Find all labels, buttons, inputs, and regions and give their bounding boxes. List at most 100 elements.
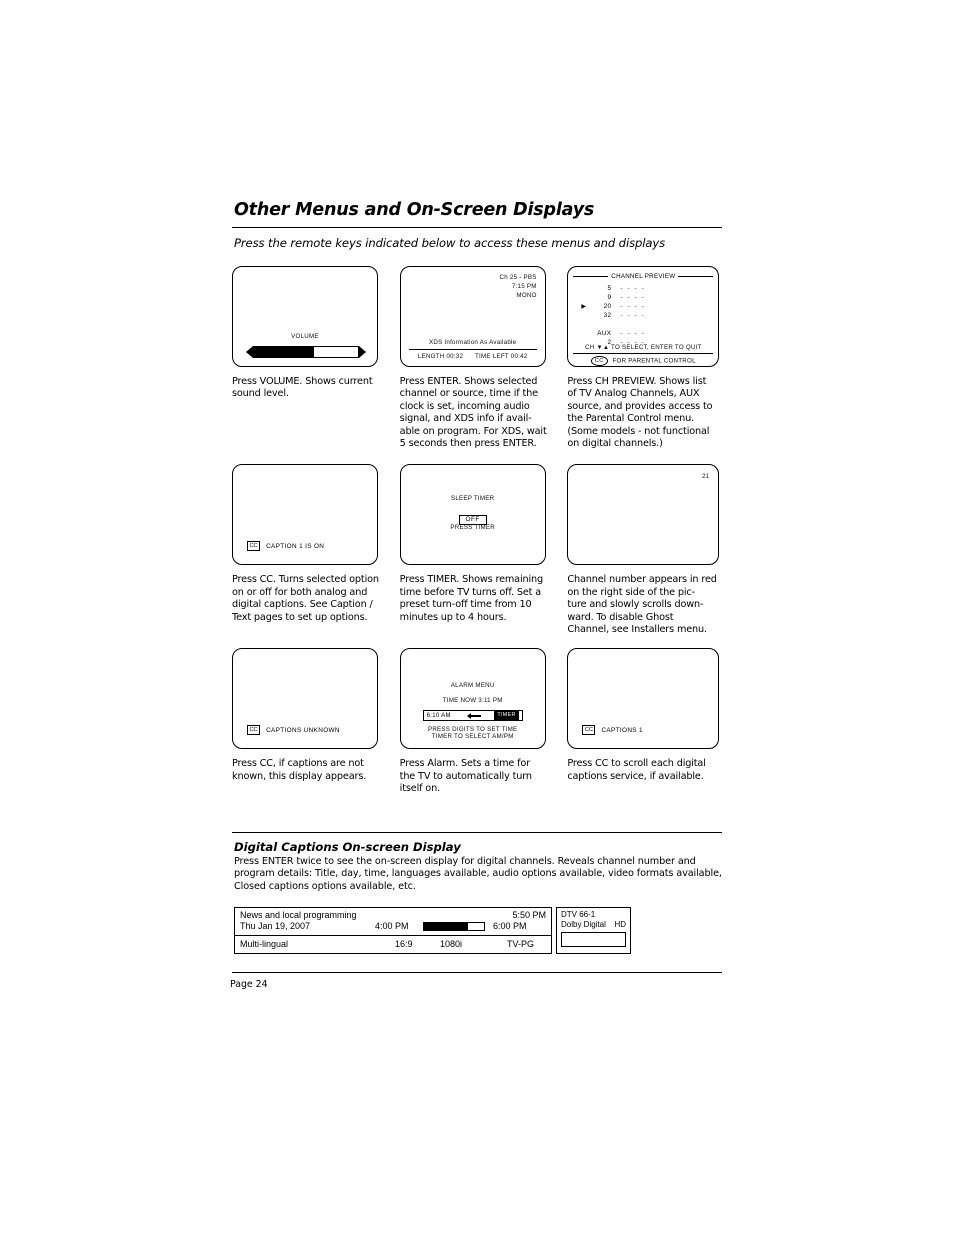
list-item-selected[interactable]: ▶ 20 - - - - [568, 302, 718, 311]
dtv-date: Thu Jan 19, 2007 [240, 921, 311, 932]
dtv-side-empty-box [561, 931, 626, 947]
cc-icon: CC [582, 725, 596, 736]
dtv-progress-fill [424, 922, 469, 930]
dtv-end-time: 6:00 PM [493, 921, 527, 932]
osd-channel: Ch 25 - PBS [499, 274, 537, 281]
dtv-osd-main-panel: News and local programming 5:50 PM Thu J… [234, 906, 552, 954]
osd-audio-mode: MONO [516, 292, 537, 299]
tv-screen-channel-preview: CHANNEL PREVIEW 5 - - - - 9 - - - - ▶ 20… [567, 266, 720, 367]
screen-cell-sleep-timer: SLEEP TIMER OFF PRESS TIMER Press TIMER.… [399, 464, 548, 636]
osd-divider [408, 349, 537, 350]
footer-divider [232, 971, 722, 973]
dtv-osd-line-2: Thu Jan 19, 2007 4:00 PM 6:00 PM [235, 920, 551, 935]
alarm-time-now: TIME NOW 3:11 PM [442, 697, 503, 705]
dtv-osd-illustration: News and local programming 5:50 PM Thu J… [234, 906, 722, 954]
dtv-program-title: News and local programming [240, 909, 357, 920]
dtv-channel: DTV 66-1 [561, 909, 596, 919]
channel-dashes: - - - - [620, 303, 646, 310]
tv-screen-captions-unknown: CC CAPTIONS UNKNOWN [232, 648, 378, 750]
channel-preview-hint: CH ▼▲ TO SELECT, ENTER TO QUIT [585, 344, 702, 351]
list-item[interactable]: 32 - - - - [568, 311, 718, 320]
channel-number: 5 [607, 285, 612, 292]
channel-dashes: - - - - [620, 285, 646, 292]
channel-preview-divider [573, 353, 714, 354]
section-divider [232, 831, 722, 833]
page-title: Other Menus and On-Screen Displays [234, 200, 595, 220]
alarm-time-field[interactable]: 6:10 AM TIMER [422, 710, 523, 722]
cc-icon: CC [590, 356, 608, 366]
dtv-audio-format: Dolby Digital [561, 919, 606, 929]
screen-cell-enter: Ch 25 - PBS 7:15 PM MONO XDS Information… [399, 266, 548, 450]
caption-status-text: CAPTION 1 IS ON [266, 542, 325, 550]
tv-screen-captions-1: CC CAPTIONS 1 [567, 648, 720, 750]
dtv-language: Multi-lingual [240, 939, 289, 950]
dtv-progress-bar [423, 921, 485, 931]
dtv-osd-line-1: News and local programming 5:50 PM [235, 908, 551, 920]
dtv-hd-badge: HD [614, 919, 626, 929]
channel-dashes: - - - - [620, 312, 646, 319]
list-item[interactable]: 5 - - - - [568, 284, 718, 293]
caption-status-text: CAPTIONS UNKNOWN [266, 726, 340, 734]
volume-fill [254, 346, 315, 357]
channel-preview-footer: CC FOR PARENTAL CONTROL [568, 356, 718, 366]
osd-length: LENGTH 00:32 [417, 353, 464, 360]
screens-row-3: CC CAPTIONS UNKNOWN Press CC, if caption… [232, 648, 722, 795]
channel-number: 20 [603, 303, 612, 310]
tv-screen-alarm-menu: ALARM MENU TIME NOW 3:11 PM 6:10 AM TIME… [399, 648, 546, 750]
channel-number: AUX [597, 330, 612, 337]
page-subtitle: Press the remote keys indicated below to… [234, 236, 666, 250]
caption-cc: Press CC. Turns selected option on or of… [232, 574, 379, 623]
sleep-timer-title: SLEEP TIMER [450, 495, 495, 503]
channel-preview-title: CHANNEL PREVIEW [611, 273, 676, 280]
dtv-aspect-ratio: 16:9 [395, 939, 413, 950]
volume-left-arrow-icon [246, 345, 253, 358]
list-item[interactable]: 9 - - - - [568, 293, 718, 302]
screen-cell-volume: VOLUME Press VOLUME. Shows current sound… [232, 266, 380, 450]
tv-screen-ghost-channel: 21 [567, 464, 720, 566]
list-item[interactable]: AUX - - - - [568, 329, 718, 338]
sleep-timer-hint: PRESS TIMER [450, 524, 495, 532]
screen-cell-captions-unknown: CC CAPTIONS UNKNOWN Press CC, if caption… [232, 648, 380, 795]
caption-status-row: CC CAPTIONS UNKNOWN [247, 725, 340, 736]
alarm-hint-line-2: TIMER TO SELECT AM/PM [431, 733, 514, 741]
caption-cc-unknown: Press CC, if captions are not known, thi… [232, 758, 367, 782]
dtv-rating: TV-PG [507, 939, 535, 950]
cc-icon: CC [247, 725, 261, 736]
dtv-osd-side-panel: DTV 66-1 Dolby Digital HD [556, 906, 631, 954]
caption-ghost: Channel number appears in red on the rig… [567, 574, 717, 636]
channel-preview-header: CHANNEL PREVIEW [573, 273, 714, 280]
caption-timer: Press TIMER. Shows remaining time before… [399, 574, 544, 623]
osd-time-left: TIME LEFT 00:42 [475, 353, 528, 360]
screens-row-2: CC CAPTION 1 IS ON Press CC. Turns selec… [232, 464, 722, 636]
dtv-audio-row: Dolby Digital HD [561, 920, 626, 929]
osd-time: 7:15 PM [511, 283, 537, 290]
osd-length-timeleft: LENGTH 00:32 TIME LEFT 00:42 [401, 353, 545, 360]
cc-icon: CC [247, 541, 261, 552]
header-rule-right [678, 276, 714, 277]
section-body: Press ENTER twice to see the on-screen d… [234, 855, 722, 892]
caption-cc-digital: Press CC to scroll each digital captions… [567, 758, 706, 782]
timer-badge[interactable]: TIMER [494, 711, 519, 721]
volume-track [253, 345, 359, 358]
caption-enter: Press ENTER. Shows selected channel or s… [399, 376, 547, 450]
screen-cell-channel-preview: CHANNEL PREVIEW 5 - - - - 9 - - - - ▶ 20… [567, 266, 722, 450]
screens-row-1: VOLUME Press VOLUME. Shows current sound… [232, 266, 722, 450]
tv-screen-enter-xds: Ch 25 - PBS 7:15 PM MONO XDS Information… [399, 266, 546, 367]
alarm-menu-title: ALARM MENU [450, 682, 495, 690]
channel-dashes: - - - - [620, 294, 646, 301]
dtv-current-time: 5:50 PM [512, 909, 546, 920]
volume-bar [246, 345, 366, 358]
left-arrow-icon [466, 712, 481, 719]
caption-alarm: Press Alarm. Sets a time for the TV to a… [399, 758, 532, 795]
sleep-timer-value[interactable]: OFF [458, 514, 487, 525]
channel-dashes: - - - - [620, 330, 646, 337]
volume-label: VOLUME [291, 333, 319, 340]
channel-number: 9 [607, 294, 612, 301]
osd-xds-info: XDS Information As Available [428, 339, 517, 346]
caption-status-text: CAPTIONS 1 [601, 726, 643, 734]
title-divider [232, 227, 722, 228]
channel-number: 32 [603, 312, 612, 319]
volume-right-arrow-icon [359, 345, 366, 358]
dtv-osd-line-3: Multi-lingual 16:9 1080i TV-PG [235, 936, 551, 953]
